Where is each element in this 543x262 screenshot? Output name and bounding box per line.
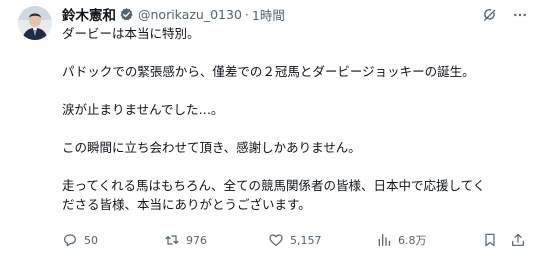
- heart-icon: [269, 234, 283, 246]
- avatar[interactable]: [18, 6, 52, 40]
- tweet-line: パドックでの緊張感から、僅差での２冠馬とダービージョッキーの誕生。: [62, 64, 475, 79]
- verified-badge-icon: [119, 7, 134, 22]
- grok-icon[interactable]: [481, 6, 499, 24]
- like-button[interactable]: 5,157: [268, 232, 322, 248]
- header-actions: [481, 6, 529, 24]
- tweet-line: この瞬間に立ち会わせて頂き、感謝しかありません。: [62, 140, 361, 155]
- like-count: 5,157: [290, 233, 322, 247]
- retweet-icon: [165, 235, 179, 245]
- share-icon: [512, 233, 524, 246]
- tweet-header: 鈴木憲和 @norikazu_0130 · 1時間: [62, 4, 529, 24]
- reply-button[interactable]: 50: [62, 232, 98, 248]
- author-handle[interactable]: @norikazu_0130: [138, 7, 242, 22]
- bookmark-icon: [485, 233, 495, 247]
- bookmark-button[interactable]: [482, 232, 498, 248]
- separator-dot: ·: [244, 6, 249, 22]
- tweet-line: ダービーは本当に特別。: [62, 26, 200, 41]
- retweet-count: 976: [186, 233, 207, 247]
- tweet-line: 走ってくれる馬はもちろん、全ての競馬関係者の皆様、日本中で応援してく: [62, 178, 486, 193]
- views-bar-chart-icon: [378, 234, 390, 246]
- reply-count: 50: [84, 233, 98, 247]
- tweet-timestamp[interactable]: 1時間: [252, 5, 285, 24]
- share-button[interactable]: [510, 232, 526, 248]
- tweet: 鈴木憲和 @norikazu_0130 · 1時間 ダービーは本当に特別。 パド…: [0, 0, 543, 262]
- retweet-button[interactable]: 976: [164, 232, 207, 248]
- more-icon[interactable]: [511, 6, 529, 24]
- tweet-line: ださる皆様、本当にありがとうございます。: [62, 197, 311, 212]
- views-button[interactable]: 6.8万: [376, 232, 427, 248]
- tweet-line: 涙が止まりませんでした…。: [62, 102, 224, 117]
- avatar-image: [18, 6, 52, 40]
- tweet-content: 鈴木憲和 @norikazu_0130 · 1時間 ダービーは本当に特別。 パド…: [62, 4, 529, 214]
- author-name[interactable]: 鈴木憲和: [62, 4, 116, 24]
- tweet-text: ダービーは本当に特別。 パドックでの緊張感から、僅差での２冠馬とダービージョッキ…: [62, 24, 529, 214]
- tweet-actions: 50 976 5,157 6.8万: [62, 232, 530, 250]
- views-count: 6.8万: [398, 234, 427, 247]
- reply-icon: [64, 234, 76, 247]
